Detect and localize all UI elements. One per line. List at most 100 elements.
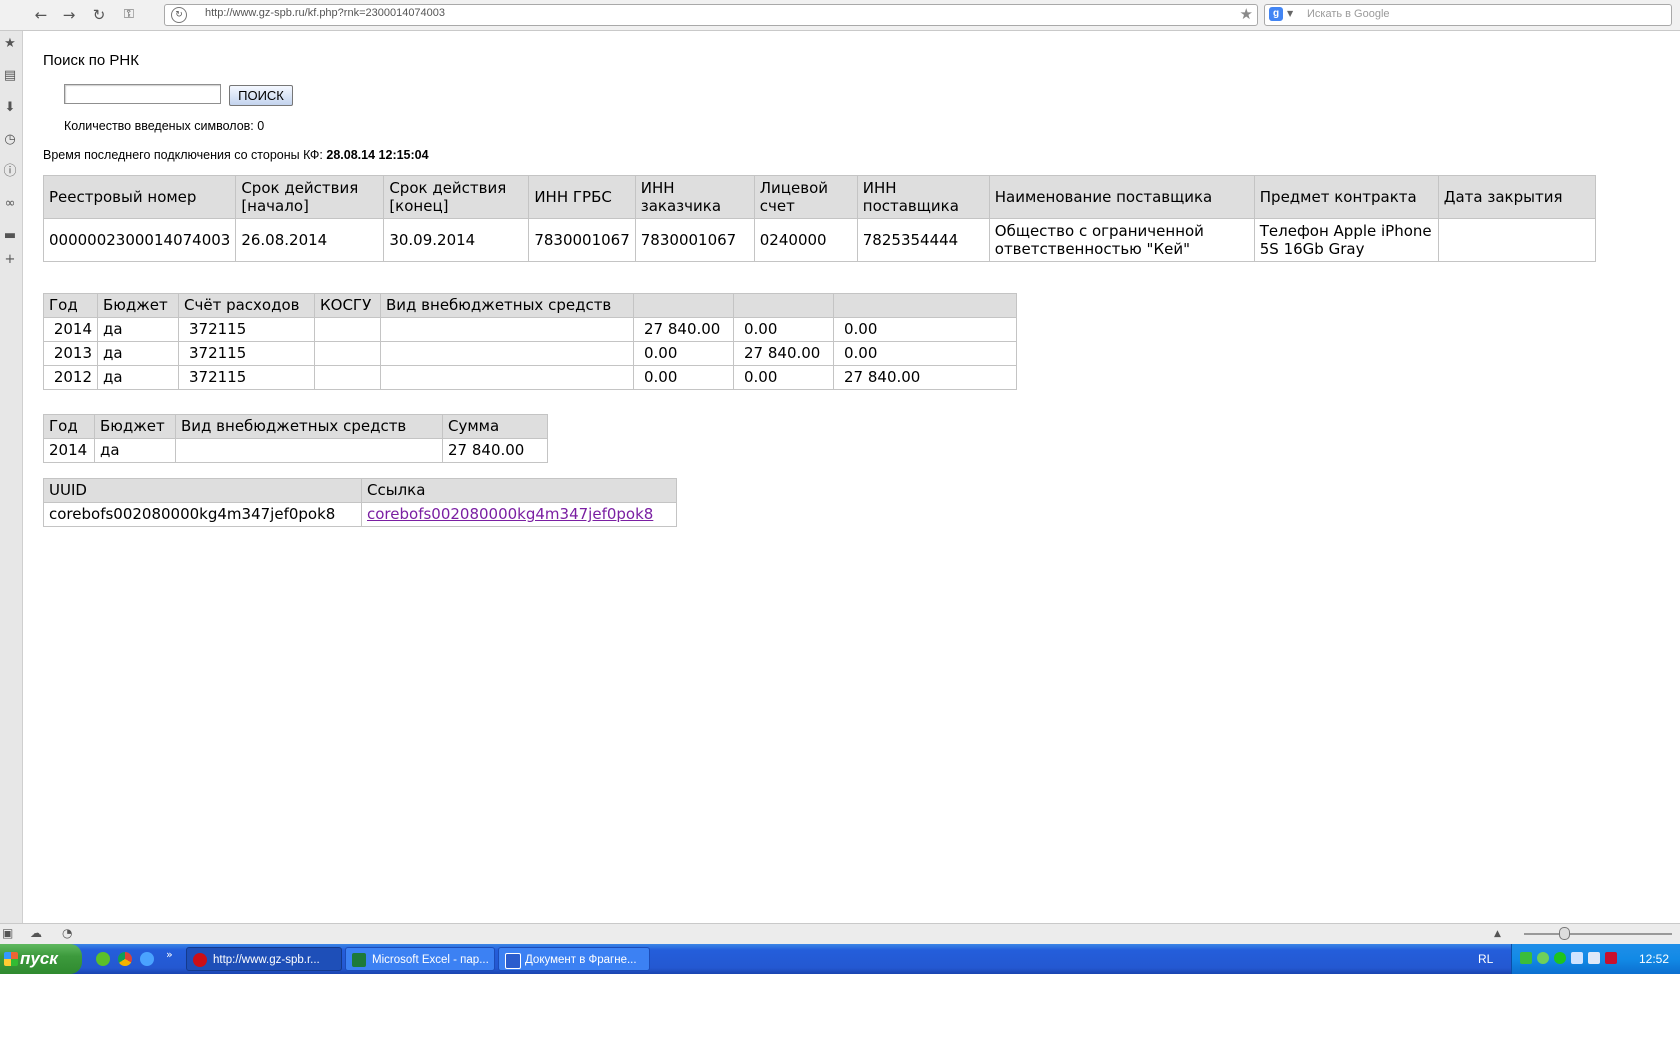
cell-amount: 0.00 <box>833 341 1017 366</box>
table-header-row: UUID Ссылка <box>43 478 677 503</box>
cell-personal-account: 0240000 <box>753 218 858 262</box>
uuid-table: UUID Ссылка corebofs002080000kg4m347jef0… <box>43 478 677 527</box>
cell-extrabudget-type <box>380 365 634 390</box>
panel-toggle-icon[interactable]: ▣ <box>2 926 13 940</box>
table-header-row: Год Бюджет Счёт расходов КОСГУ Вид внебю… <box>43 293 1017 318</box>
google-logo-icon[interactable]: g <box>1269 7 1283 21</box>
cell-sum: 27 840.00 <box>442 438 548 463</box>
google-search-box[interactable]: g ▼ Искать в Google <box>1264 4 1672 26</box>
system-tray: 12:52 <box>1511 944 1680 974</box>
start-button-label: пуск <box>20 949 58 968</box>
search-button[interactable]: ПОИСК <box>229 85 293 106</box>
cloud-icon[interactable]: ☁ <box>30 926 42 940</box>
cell-kosgu <box>314 341 381 366</box>
reload-icon[interactable]: ↻ <box>88 4 110 26</box>
key-icon[interactable]: ⚿ <box>118 4 140 26</box>
tray-status-icon[interactable] <box>1554 952 1566 964</box>
cell-close-date <box>1437 218 1597 262</box>
back-icon[interactable]: ← <box>30 4 52 26</box>
task-label: Документ в Фрагне... <box>525 954 637 966</box>
col-amount-year-1 <box>633 293 734 318</box>
task-opera-window[interactable]: http://www.gz-spb.r... <box>186 947 342 971</box>
language-indicator[interactable]: RL <box>1478 944 1493 974</box>
col-uuid: UUID <box>43 478 362 503</box>
col-expense-account: Счёт расходов <box>178 293 315 318</box>
windows-logo-icon <box>4 952 18 966</box>
address-bar[interactable]: ↻ http://www.gz-spb.ru/kf.php?rnk=230001… <box>164 4 1258 26</box>
volume-icon[interactable] <box>1588 952 1600 964</box>
link-icon[interactable]: ∞ <box>1 195 19 213</box>
cell-amount: 0.00 <box>633 365 734 390</box>
chrome-icon[interactable] <box>118 952 132 966</box>
history-icon[interactable]: ◷ <box>1 131 19 149</box>
cell-term-start: 26.08.2014 <box>235 218 385 262</box>
task-excel-window[interactable]: Microsoft Excel - пар... <box>345 947 495 971</box>
uuid-link[interactable]: corebofs002080000kg4m347jef0pok8 <box>367 505 653 523</box>
internet-explorer-icon[interactable] <box>140 952 154 966</box>
blank-area <box>0 974 1680 1050</box>
taskbar: пуск » http://www.gz-spb.r... Microsoft … <box>0 944 1680 974</box>
cell-contract-subject: Телефон Apple iPhone 5S 16Gb Gray <box>1253 218 1439 262</box>
col-kosgu: КОСГУ <box>314 293 381 318</box>
google-search-placeholder[interactable]: Искать в Google <box>1307 8 1390 20</box>
quicklaunch-app-icon[interactable] <box>96 952 110 966</box>
table-row: corebofs002080000kg4m347jef0pok8 corebof… <box>43 502 677 527</box>
start-button[interactable]: пуск <box>0 944 82 974</box>
col-contract-subject: Предмет контракта <box>1253 175 1439 219</box>
panels-icon[interactable]: ▬ <box>1 227 19 245</box>
downloads-icon[interactable]: ⬇ <box>1 99 19 117</box>
add-panel-icon[interactable]: + <box>1 251 19 269</box>
quicklaunch-more-icon[interactable]: » <box>166 948 173 961</box>
col-budget: Бюджет <box>94 414 176 439</box>
cell-amount: 0.00 <box>633 341 734 366</box>
cell-extrabudget-type <box>175 438 443 463</box>
cell-kosgu <box>314 365 381 390</box>
zoom-slider[interactable] <box>1524 933 1672 935</box>
task-document-window[interactable]: Документ в Фрагне... <box>498 947 650 971</box>
zoom-slider-handle[interactable] <box>1559 927 1570 940</box>
col-year: Год <box>43 293 98 318</box>
cell-link: corebofs002080000kg4m347jef0pok8 <box>361 502 677 527</box>
speed-dial-icon[interactable]: ◔ <box>62 926 72 940</box>
col-amount-year-3 <box>833 293 1017 318</box>
table-header-row: Год Бюджет Вид внебюджетных средств Сумм… <box>43 414 548 439</box>
last-connection-info: Время последнего подключения со стороны … <box>43 148 429 162</box>
bookmarks-icon[interactable]: ★ <box>1 35 19 53</box>
last-connection-label: Время последнего подключения со стороны … <box>43 148 323 162</box>
cell-budget: да <box>94 438 176 463</box>
document-icon <box>505 953 521 969</box>
clock[interactable]: 12:52 <box>1639 944 1669 974</box>
col-sum: Сумма <box>442 414 548 439</box>
cell-budget: да <box>97 317 179 342</box>
col-budget: Бюджет <box>97 293 179 318</box>
contract-table: Реестровый номер Срок действия [начало] … <box>42 175 1597 262</box>
cell-extrabudget-type <box>380 341 634 366</box>
address-bar-url[interactable]: http://www.gz-spb.ru/kf.php?rnk=23000140… <box>205 7 445 19</box>
site-info-icon[interactable]: ↻ <box>171 7 187 23</box>
table-row: 2014 да 27 840.00 <box>43 438 548 463</box>
col-inn-supplier: ИНН поставщика <box>856 175 990 219</box>
antivirus-icon[interactable] <box>1605 952 1617 964</box>
bookmark-star-icon[interactable]: ★ <box>1240 5 1253 23</box>
cell-year: 2013 <box>43 341 98 366</box>
cell-supplier-name: Общество с ограниченной ответственностью… <box>988 218 1255 262</box>
forward-icon[interactable]: → <box>58 4 80 26</box>
chevron-down-icon[interactable]: ▼ <box>1287 9 1293 18</box>
cell-amount: 0.00 <box>833 317 1017 342</box>
funding-table: Год Бюджет Вид внебюджетных средств Сумм… <box>43 414 548 463</box>
col-inn-grbs: ИНН ГРБС <box>528 175 636 219</box>
cell-uuid: corebofs002080000kg4m347jef0pok8 <box>43 502 362 527</box>
table-header-row: Реестровый номер Срок действия [начало] … <box>42 175 1597 219</box>
network-icon[interactable] <box>1571 952 1583 964</box>
col-inn-customer: ИНН заказчика <box>634 175 755 219</box>
cell-registry-number: 0000002300014074003 <box>42 218 237 262</box>
tray-app-icon[interactable] <box>1520 952 1532 964</box>
info-icon[interactable]: ⓘ <box>1 163 19 181</box>
notes-icon[interactable]: ▤ <box>1 67 19 85</box>
rnk-search-input[interactable] <box>64 84 221 104</box>
col-personal-account: Лицевой счет <box>753 175 858 219</box>
scroll-up-icon[interactable]: ▲ <box>1494 929 1501 939</box>
browser-status-bar: ▣ ☁ ◔ ▲ <box>0 923 1680 944</box>
tray-clover-icon[interactable] <box>1537 952 1549 964</box>
cell-term-end: 30.09.2014 <box>383 218 530 262</box>
